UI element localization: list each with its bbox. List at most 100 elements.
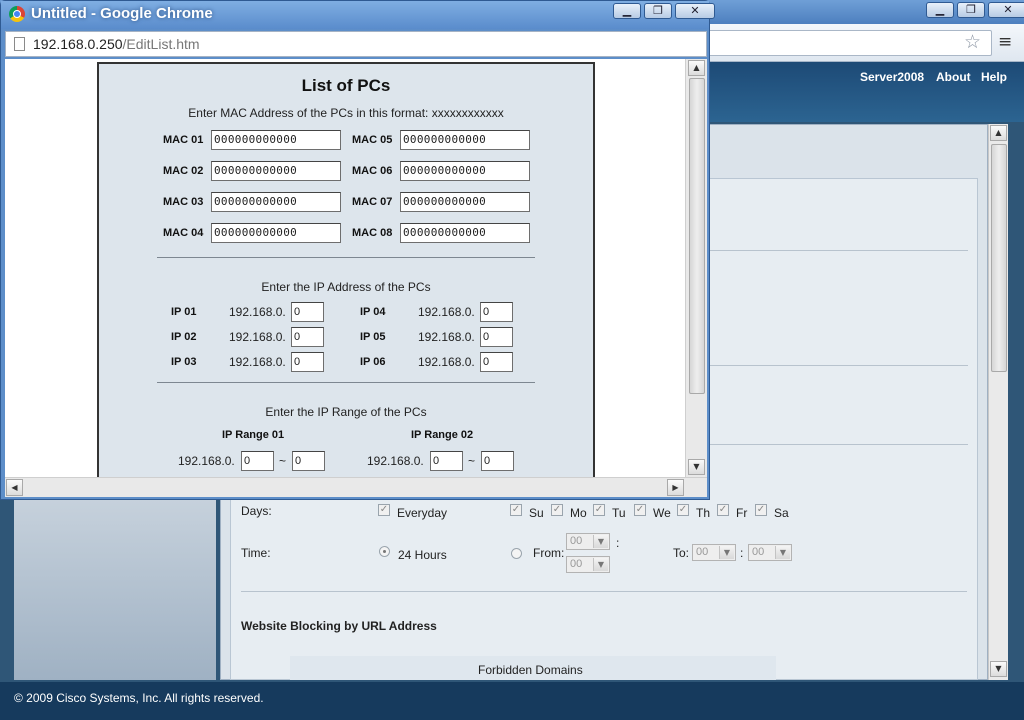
days-label: Days: [241,504,272,518]
mac-label: MAC 03 [163,196,204,208]
mac-input[interactable]: 000000000000 [211,223,341,243]
background-address-bar[interactable] [700,30,992,56]
popup-minimize-button[interactable]: ▁ [613,3,641,19]
scroll-left-icon[interactable]: ◀ [6,479,23,496]
background-minimize-button[interactable]: ▁ [926,2,954,18]
mac-input[interactable]: 000000000000 [211,130,341,150]
to-hour-select[interactable]: 00 ▼ [692,544,736,561]
from-minute-select[interactable]: 00 ▼ [566,556,610,573]
scroll-down-icon[interactable]: ▼ [990,661,1007,677]
ip-octet-input[interactable]: 0 [291,352,324,372]
chevron-down-icon: ▼ [719,546,734,559]
scroll-right-icon[interactable]: ▶ [667,479,684,496]
page-icon [14,37,25,51]
ip-octet-input[interactable]: 0 [291,327,324,347]
divider [241,591,967,592]
url-path: /EditList.htm [122,36,200,52]
popup-horizontal-scrollbar[interactable]: ◀ ▶ [5,477,707,497]
scroll-up-icon[interactable]: ▲ [990,125,1007,141]
left-sidebar [14,500,216,680]
ip-range-start-input[interactable]: 0 [430,451,463,471]
scroll-up-icon[interactable]: ▲ [688,60,705,76]
to-label: To: [673,546,690,560]
day-checkbox[interactable]: ✓ [510,504,522,516]
day-label: Fr [736,506,748,520]
ip-range-end-input[interactable]: 0 [292,451,325,471]
mac-label: MAC 06 [352,165,393,177]
chevron-down-icon: ▼ [593,535,608,548]
popup-window: Untitled - Google Chrome ▁ ❐ ✕ 192.168.0… [0,0,715,500]
from-minute-value: 00 [570,558,583,570]
mac-label: MAC 05 [352,134,393,146]
day-label: Th [696,506,711,520]
url-text: 192.168.0.250/EditList.htm [33,36,200,52]
day-checkbox[interactable]: ✓ [717,504,729,516]
day-label: Tu [612,506,626,520]
ip-prefix: 192.168.0. [229,355,286,369]
mac-input[interactable]: 000000000000 [211,161,341,181]
popup-title: Untitled - Google Chrome [31,5,213,22]
mac-instructions: Enter MAC Address of the PCs in this for… [188,106,504,120]
mac-label: MAC 04 [163,227,204,239]
section-divider [157,382,535,383]
ip-octet-input[interactable]: 0 [480,302,513,322]
from-hour-select[interactable]: 00 ▼ [566,533,610,550]
url-blocking-title: Website Blocking by URL Address [241,619,437,633]
ip-prefix: 192.168.0. [367,454,424,468]
popup-maximize-button[interactable]: ❐ [644,3,672,19]
scrollbar-thumb[interactable] [991,144,1007,372]
background-window-controls: ▁ ❐ ✕ [926,2,1024,18]
ip-octet-input[interactable]: 0 [291,302,324,322]
day-checkbox[interactable]: ✓ [677,504,689,516]
day-checkbox[interactable]: ✓ [634,504,646,516]
range-separator: ~ [468,454,476,468]
url-host: 192.168.0.250 [33,36,123,52]
background-maximize-button[interactable]: ❐ [957,2,985,18]
popup-address-bar[interactable]: 192.168.0.250/EditList.htm [5,31,707,57]
nav-link-about[interactable]: About [936,70,971,84]
mac-input[interactable]: 000000000000 [211,192,341,212]
day-label: Mo [570,506,587,520]
scrollbar-thumb[interactable] [689,78,705,394]
background-close-button[interactable]: ✕ [988,2,1024,18]
ip-label: IP 03 [171,356,197,368]
day-checkbox[interactable]: ✓ [593,504,605,516]
ip-range-start-input[interactable]: 0 [241,451,274,471]
ip-octet-input[interactable]: 0 [480,352,513,372]
nav-link-server[interactable]: Server2008 [860,70,924,84]
to-hour-value: 00 [696,546,709,558]
time-colon: : [616,536,620,550]
mac-input[interactable]: 000000000000 [400,130,530,150]
everyday-checkbox[interactable]: ✓ [378,504,390,516]
chrome-menu-icon[interactable]: ≡ [998,32,1012,52]
mac-label: MAC 07 [352,196,393,208]
hours24-radio[interactable] [379,546,390,557]
page-vertical-scrollbar[interactable]: ▲ ▼ [988,124,1008,680]
ip-range-label: IP Range 01 [222,429,285,441]
day-label: Su [529,506,544,520]
ip-octet-input[interactable]: 0 [480,327,513,347]
mac-input[interactable]: 000000000000 [400,223,530,243]
popup-vertical-scrollbar[interactable]: ▲ ▼ [685,59,707,477]
ip-prefix: 192.168.0. [229,330,286,344]
chevron-down-icon: ▼ [593,558,608,571]
mac-input[interactable]: 000000000000 [400,192,530,212]
day-checkbox[interactable]: ✓ [755,504,767,516]
ip-range-end-input[interactable]: 0 [481,451,514,471]
chevron-down-icon: ▼ [775,546,790,559]
mac-input[interactable]: 000000000000 [400,161,530,181]
to-minute-select[interactable]: 00 ▼ [748,544,792,561]
from-radio[interactable] [511,548,522,559]
copyright-text: © 2009 Cisco Systems, Inc. All rights re… [14,691,264,705]
section-divider [157,257,535,258]
popup-close-button[interactable]: ✕ [675,3,715,19]
ip-prefix: 192.168.0. [418,355,475,369]
ip-prefix: 192.168.0. [418,330,475,344]
popup-content: List of PCs Enter MAC Address of the PCs… [5,59,685,477]
day-label: We [653,506,671,520]
nav-link-help[interactable]: Help [981,70,1007,84]
bookmark-star-icon[interactable]: ☆ [964,31,981,53]
range-separator: ~ [279,454,287,468]
day-checkbox[interactable]: ✓ [551,504,563,516]
scroll-down-icon[interactable]: ▼ [688,459,705,475]
